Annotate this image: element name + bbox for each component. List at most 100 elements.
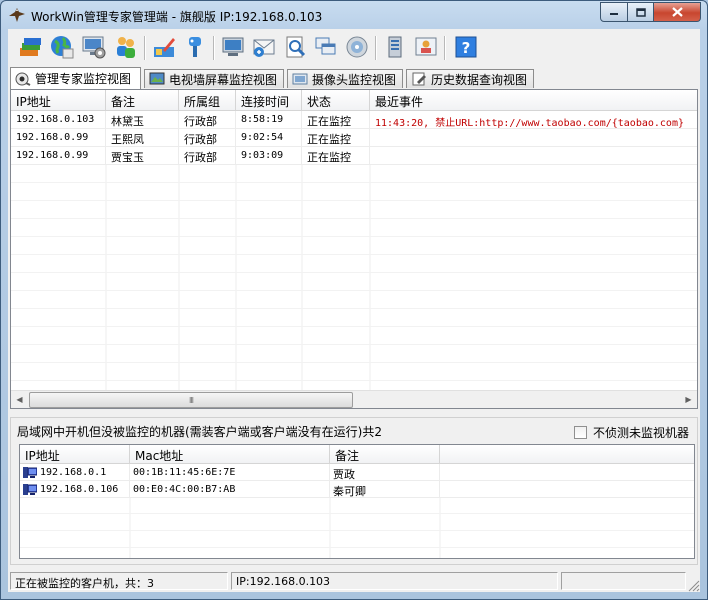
table-row[interactable]: 192.168.0.1 00:1B:11:45:6E:7E 贾政: [20, 464, 694, 481]
no-detect-checkbox[interactable]: 不侦测未监视机器: [573, 424, 689, 441]
column-header[interactable]: 所属组: [179, 90, 236, 110]
empty-row-lines: [11, 165, 697, 390]
server-icon[interactable]: [382, 34, 408, 60]
table-row[interactable]: 192.168.0.106 00:E0:4C:00:B7:AB 秦可卿: [20, 481, 694, 498]
cell-event: [370, 147, 697, 164]
scroll-right-icon[interactable]: ▶: [680, 391, 697, 408]
computer-icon: [23, 467, 37, 478]
search-doc-icon[interactable]: [282, 34, 308, 60]
tab-label: 摄像头监控视图: [312, 72, 397, 87]
cell-ip: 192.168.0.106: [20, 481, 130, 497]
user-card-icon[interactable]: [413, 34, 439, 60]
view-tabs: 管理专家监控视图 电视墙屏幕监控视图 摄像头监控视图 历史数据查询视图: [10, 67, 700, 89]
cell-ip: 192.168.0.99: [11, 147, 106, 164]
cell-note: 秦可卿: [330, 481, 440, 498]
column-header[interactable]: 状态: [302, 90, 370, 110]
disc-icon[interactable]: [344, 34, 370, 60]
cell-note: 贾宝玉: [106, 147, 179, 164]
column-header[interactable]: 连接时间: [236, 90, 302, 110]
toolbar-separator: [375, 36, 377, 60]
scroll-thumb[interactable]: III: [29, 392, 353, 408]
checkbox-label: 不侦测未监视机器: [592, 426, 689, 440]
computer-icon: [23, 484, 37, 495]
tab-monitor-view[interactable]: 管理专家监控视图: [10, 67, 141, 89]
unmonitored-list-header: IP地址 Mac地址 备注: [20, 445, 694, 464]
stack-icon[interactable]: [17, 34, 43, 60]
toolbar-separator: [144, 36, 146, 60]
status-empty-pane: [561, 572, 686, 590]
help-icon[interactable]: ?: [453, 34, 479, 60]
tab-camera-view[interactable]: 摄像头监控视图: [287, 69, 403, 88]
cell-note: 林黛玉: [106, 111, 179, 128]
cell-group: 行政部: [179, 111, 236, 128]
column-header[interactable]: 备注: [330, 445, 440, 463]
cell-event: 11:43:20, 禁止URL:http://www.taobao.com/{t…: [375, 118, 684, 128]
tab-history-view[interactable]: 历史数据查询视图: [406, 69, 534, 88]
cell-note: 贾政: [330, 464, 440, 481]
cell-group: 行政部: [179, 147, 236, 164]
client-area: ? 管理专家监控视图 电视墙屏幕监控视图 摄像头监控视图 历史数据查询视图 IP…: [8, 29, 700, 592]
panel-splitter[interactable]: [8, 411, 700, 415]
status-bar: 正在被监控的客户机，共：3 IP:192.168.0.103: [8, 570, 700, 592]
cell-time: 9:02:54: [236, 129, 302, 146]
history-icon: [412, 72, 426, 86]
cell-status: 正在监控: [302, 111, 370, 128]
monitor-icon[interactable]: [220, 34, 246, 60]
toolbar-separator: [444, 36, 446, 60]
table-row[interactable]: 192.168.0.103 林黛玉 行政部 8:58:19 正在监控 11:43…: [11, 111, 697, 129]
tv-wall-icon: [149, 72, 165, 85]
cell-time: 8:58:19: [236, 111, 302, 128]
eagle-logo-icon: [9, 8, 25, 22]
status-clients: 正在被监控的客户机，共：3: [10, 572, 228, 590]
column-header[interactable]: 备注: [106, 90, 179, 110]
tab-tv-wall-view[interactable]: 电视墙屏幕监控视图: [144, 69, 284, 88]
close-icon: [671, 7, 683, 17]
pin-icon[interactable]: [182, 34, 208, 60]
main-window: WorkWin管理专家管理端 - 旗舰版 IP:192.168.0.103 ? …: [0, 0, 708, 600]
globe-icon[interactable]: [49, 34, 75, 60]
cell-time: 9:03:09: [236, 147, 302, 164]
tab-label: 电视墙屏幕监控视图: [169, 72, 278, 87]
empty-row-lines: [20, 497, 694, 558]
windows-icon[interactable]: [313, 34, 339, 60]
column-header[interactable]: 最近事件: [370, 90, 697, 110]
window-title: WorkWin管理专家管理端 - 旗舰版 IP:192.168.0.103: [31, 10, 323, 24]
monitor-list: IP地址 备注 所属组 连接时间 状态 最近事件 192.168.0.103 林…: [10, 89, 698, 409]
close-button[interactable]: [654, 2, 701, 22]
horizontal-scrollbar[interactable]: ◀ III ▶: [11, 390, 697, 408]
minimize-button[interactable]: [600, 2, 628, 22]
column-header[interactable]: IP地址: [20, 445, 130, 463]
camera-icon: [292, 73, 308, 85]
cell-status: 正在监控: [302, 147, 370, 164]
scroll-thumb-grip: III: [188, 395, 194, 405]
title-bar[interactable]: WorkWin管理专家管理端 - 旗舰版 IP:192.168.0.103: [1, 1, 707, 29]
minimize-icon: [610, 13, 618, 15]
column-header[interactable]: Mac地址: [130, 445, 330, 463]
resize-grip-icon[interactable]: [688, 580, 700, 592]
tab-label: 管理专家监控视图: [35, 72, 132, 86]
monitor-eye-icon: [15, 72, 31, 86]
unmonitored-list: IP地址 Mac地址 备注 192.168.0.1 00:1B:11:45:6E…: [19, 444, 695, 559]
cell-ip: 192.168.0.99: [11, 129, 106, 146]
users-icon[interactable]: [113, 34, 139, 60]
cell-ip: 192.168.0.1: [20, 464, 130, 480]
mail-icon[interactable]: [251, 34, 277, 60]
cell-group: 行政部: [179, 129, 236, 146]
screen-settings-icon[interactable]: [81, 34, 107, 60]
cell-mac: 00:E0:4C:00:B7:AB: [130, 481, 330, 497]
table-row[interactable]: 192.168.0.99 王熙凤 行政部 9:02:54 正在监控: [11, 129, 697, 147]
unmonitored-label: 局域网中开机但没被监控的机器(需装客户端或客户端没有在运行)共2: [17, 425, 383, 439]
maximize-icon: [635, 7, 646, 17]
checkbox-box[interactable]: [573, 426, 587, 439]
status-ip: IP:192.168.0.103: [231, 572, 558, 590]
monitor-rows: 192.168.0.103 林黛玉 行政部 8:58:19 正在监控 11:43…: [11, 111, 697, 165]
table-row[interactable]: 192.168.0.99 贾宝玉 行政部 9:03:09 正在监控: [11, 147, 697, 165]
pen-edit-icon[interactable]: [151, 34, 177, 60]
cell-event: [370, 129, 697, 146]
monitor-list-header: IP地址 备注 所属组 连接时间 状态 最近事件: [11, 90, 697, 111]
toolbar: ?: [8, 29, 700, 65]
scroll-left-icon[interactable]: ◀: [11, 391, 28, 408]
column-header[interactable]: IP地址: [11, 90, 106, 110]
maximize-button[interactable]: [628, 2, 654, 22]
cell-note: 王熙凤: [106, 129, 179, 146]
